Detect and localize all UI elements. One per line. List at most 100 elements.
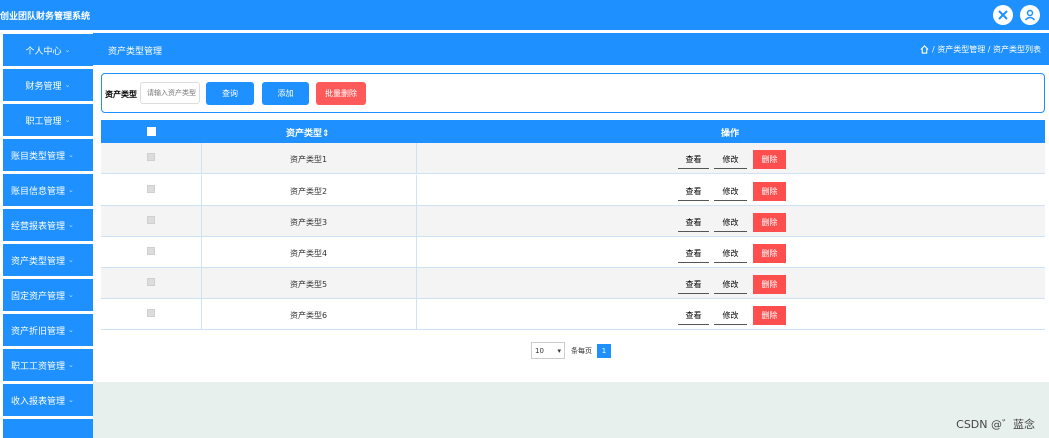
- page-size-select[interactable]: 10 ▾: [531, 342, 565, 359]
- sidebar-item-finance[interactable]: 财务管理 ⌄: [3, 69, 93, 101]
- query-button[interactable]: 查询: [206, 82, 254, 105]
- row-checkbox[interactable]: [147, 278, 155, 286]
- delete-button[interactable]: 删除: [753, 213, 786, 232]
- chevron-down-icon: ⌄: [64, 46, 71, 54]
- divider: [416, 143, 417, 173]
- search-input[interactable]: [140, 82, 200, 104]
- chevron-down-icon: ⌄: [68, 221, 74, 229]
- footer-area: [93, 382, 1049, 438]
- breadcrumb-text: / 资产类型管理 / 资产类型列表: [931, 45, 1041, 54]
- divider: [416, 299, 417, 329]
- fullscreen-icon[interactable]: [993, 5, 1013, 25]
- table-row: 资产类型1 查看 修改 删除: [101, 143, 1045, 174]
- asset-type-name: 资产类型1: [289, 155, 328, 164]
- asset-type-name: 资产类型3: [289, 218, 328, 227]
- divider: [416, 237, 417, 267]
- chevron-down-icon: ⌄: [64, 81, 71, 89]
- user-icon[interactable]: [1020, 5, 1040, 25]
- column-header-actions: 操作: [721, 129, 740, 139]
- sidebar-item-label: 账目信息管理: [11, 186, 66, 197]
- sidebar-item-account-types[interactable]: 账目类型管理 ⌄: [3, 139, 93, 171]
- delete-button[interactable]: 删除: [753, 244, 786, 263]
- watermark: CSDN @゛蓝念: [956, 418, 1035, 431]
- view-button[interactable]: 查看: [678, 306, 709, 325]
- sidebar-item-label: 职工工资管理: [11, 361, 66, 372]
- edit-button[interactable]: 修改: [714, 244, 747, 263]
- home-icon[interactable]: [920, 45, 929, 54]
- sidebar-item-account-info[interactable]: 账目信息管理 ⌄: [3, 174, 93, 206]
- batch-delete-button[interactable]: 批量删除: [316, 82, 366, 105]
- view-button[interactable]: 查看: [678, 182, 709, 201]
- edit-button[interactable]: 修改: [714, 150, 747, 169]
- row-checkbox[interactable]: [147, 247, 155, 255]
- sidebar-item-asset-depreciation[interactable]: 资产折旧管理 ⌄: [3, 314, 93, 346]
- sidebar-item-partial[interactable]: [3, 419, 93, 438]
- table-row: 资产类型6 查看 修改 删除: [101, 299, 1045, 330]
- edit-button[interactable]: 修改: [714, 306, 747, 325]
- app-title: 创业团队财务管理系统: [0, 12, 91, 22]
- user-svg: [1024, 9, 1036, 21]
- select-all-checkbox[interactable]: [147, 127, 156, 136]
- row-checkbox[interactable]: [147, 309, 155, 317]
- chevron-down-icon: ⌄: [68, 361, 74, 369]
- sidebar-item-label: 收入报表管理: [11, 396, 66, 407]
- sidebar-item-label: 职工管理: [25, 116, 62, 127]
- view-button[interactable]: 查看: [678, 150, 709, 169]
- table-header: 资产类型⇕ 操作: [101, 120, 1045, 143]
- delete-button[interactable]: 删除: [753, 306, 786, 325]
- divider: [416, 206, 417, 236]
- sidebar-item-personal-center[interactable]: 个人中心 ⌄: [3, 34, 93, 66]
- breadcrumb: / 资产类型管理 / 资产类型列表: [920, 44, 1041, 55]
- divider: [416, 268, 417, 298]
- asset-type-name: 资产类型4: [289, 249, 328, 258]
- sidebar-item-business-reports[interactable]: 经营报表管理 ⌄: [3, 209, 93, 241]
- delete-button[interactable]: 删除: [753, 150, 786, 169]
- sidebar-item-fixed-assets[interactable]: 固定资产管理 ⌄: [3, 279, 93, 311]
- row-checkbox[interactable]: [147, 153, 155, 161]
- top-bar: 创业团队财务管理系统: [0, 0, 1049, 30]
- search-label: 资产类型: [105, 90, 137, 99]
- edit-button[interactable]: 修改: [714, 275, 747, 294]
- sidebar: 个人中心 ⌄ 财务管理 ⌄ 职工管理 ⌄ 账目类型管理 ⌄ 账目信息管理 ⌄ 经营报表管理…: [0, 31, 93, 438]
- add-button[interactable]: 添加: [262, 82, 309, 105]
- divider: [416, 175, 417, 205]
- page-size-value: 10: [535, 346, 544, 355]
- sidebar-item-label: 固定资产管理: [11, 291, 66, 302]
- asset-type-name: 资产类型2: [289, 187, 328, 196]
- sidebar-item-income-reports[interactable]: 收入报表管理 ⌄: [3, 384, 93, 416]
- delete-button[interactable]: 删除: [753, 275, 786, 294]
- sidebar-item-label: 资产类型管理: [11, 256, 66, 267]
- chevron-down-icon: ⌄: [64, 116, 71, 124]
- sidebar-item-label: 个人中心: [25, 46, 62, 57]
- delete-button[interactable]: 删除: [753, 182, 786, 201]
- asset-type-name: 资产类型6: [289, 311, 328, 320]
- edit-button[interactable]: 修改: [714, 213, 747, 232]
- column-header-asset-type[interactable]: 资产类型⇕: [286, 126, 330, 139]
- view-button[interactable]: 查看: [678, 213, 709, 232]
- chevron-down-icon: ▾: [557, 346, 561, 355]
- sidebar-item-salaries[interactable]: 职工工资管理 ⌄: [3, 349, 93, 381]
- search-panel: 资产类型 查询 添加 批量删除: [101, 73, 1045, 113]
- table-row: 资产类型2 查看 修改 删除: [101, 175, 1045, 206]
- edit-button[interactable]: 修改: [714, 182, 747, 201]
- table-row: 资产类型4 查看 修改 删除: [101, 237, 1045, 268]
- per-page-label: 条每页: [571, 346, 592, 355]
- chevron-down-icon: ⌄: [68, 186, 74, 194]
- view-button[interactable]: 查看: [678, 244, 709, 263]
- table-row: 资产类型5 查看 修改 删除: [101, 268, 1045, 299]
- sidebar-item-label: 经营报表管理: [11, 221, 66, 232]
- sidebar-item-label: 财务管理: [25, 81, 62, 92]
- chevron-down-icon: ⌄: [68, 256, 74, 264]
- page-header: 资产类型管理 / 资产类型管理 / 资产类型列表: [93, 33, 1049, 65]
- page-number-current[interactable]: 1: [597, 343, 611, 358]
- chevron-down-icon: ⌄: [68, 326, 74, 334]
- sidebar-item-asset-types[interactable]: 资产类型管理 ⌄: [3, 244, 93, 276]
- view-button[interactable]: 查看: [678, 275, 709, 294]
- sidebar-item-staff[interactable]: 职工管理 ⌄: [3, 104, 93, 136]
- row-checkbox[interactable]: [147, 216, 155, 224]
- sidebar-item-label: 资产折旧管理: [11, 326, 66, 337]
- chevron-down-icon: ⌄: [68, 291, 74, 299]
- row-checkbox[interactable]: [147, 185, 155, 193]
- chevron-down-icon: ⌄: [68, 151, 74, 159]
- fullscreen-svg: [998, 10, 1008, 20]
